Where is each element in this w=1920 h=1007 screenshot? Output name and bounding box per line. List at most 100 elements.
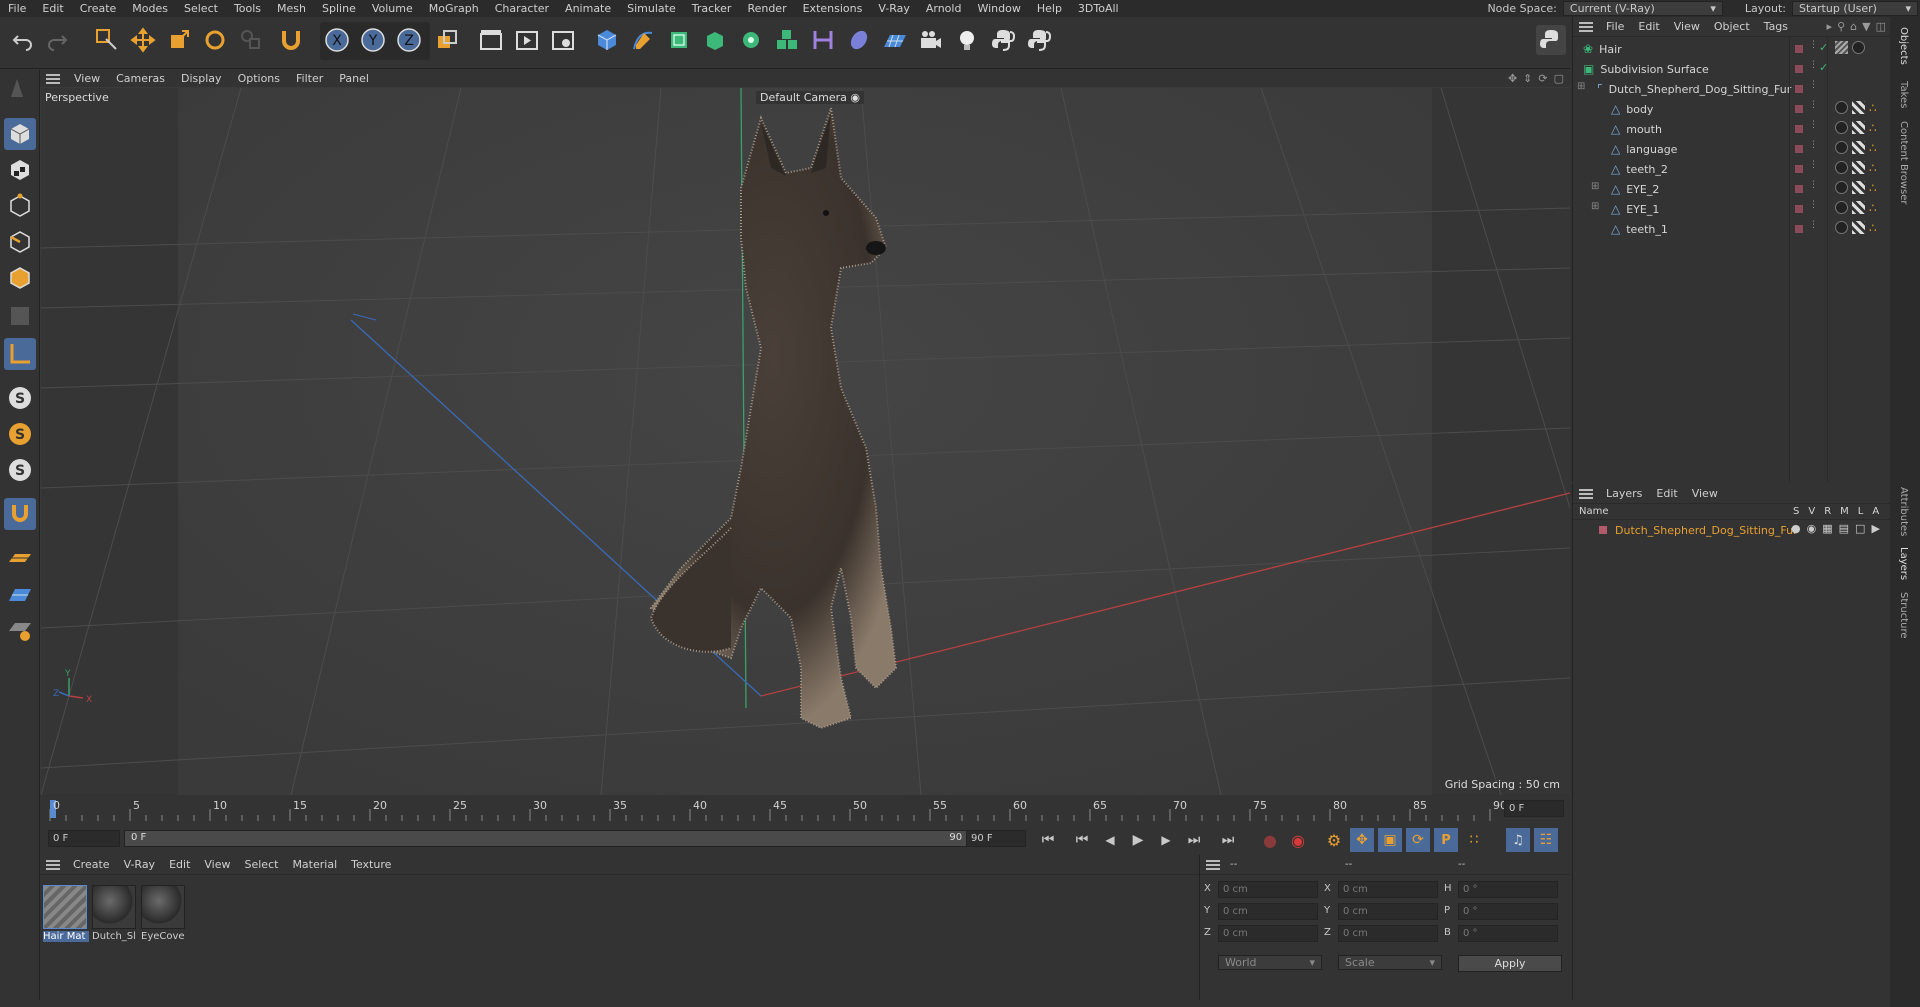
menu-tools[interactable]: Tools [226,2,269,15]
texture-mode-button[interactable] [4,154,36,186]
hamburger-menu-icon[interactable] [1206,859,1220,870]
menu-modes[interactable]: Modes [124,2,176,15]
edges-mode-button[interactable] [4,226,36,258]
key-parameter-button[interactable]: P [1434,828,1458,852]
coord-value-field[interactable]: 0 cm [1338,903,1438,920]
uvw-tag-icon[interactable] [1852,181,1865,194]
menu-volume[interactable]: Volume [364,2,421,15]
chevron-right-icon[interactable]: ▸ [1827,20,1833,33]
visibility-dots-icon[interactable]: ⋮ [1809,160,1818,170]
material-tag-icon[interactable] [1835,181,1848,194]
visibility-dots-icon[interactable]: ⋮ [1809,100,1818,110]
visibility-dots-icon[interactable]: ⋮ [1809,200,1818,210]
workplane-button[interactable] [4,542,36,574]
pan-icon[interactable]: ✥ [1508,72,1517,85]
render-settings-button[interactable] [548,25,578,55]
snap-button[interactable]: S [4,382,36,414]
tab-layers[interactable]: Layers [1898,547,1909,580]
sound-button[interactable]: ♫ [1506,828,1530,852]
menu-select[interactable]: Select [176,2,226,15]
coordinate-mode-dropdown[interactable]: Scale ▾ [1338,955,1442,970]
pen-spline-button[interactable] [628,25,658,55]
object-row[interactable]: ⌜ Dutch_Shepherd_Dog_Sitting_Fur ⋮ ⊞ [1573,79,1890,99]
object-row[interactable]: △ body ⋮ ∴ [1573,99,1890,119]
menu-window[interactable]: Window [969,2,1028,15]
menu-mesh[interactable]: Mesh [269,2,314,15]
uvw-tag-icon[interactable] [1852,121,1865,134]
visibility-dots-icon[interactable]: ⋮ [1809,80,1818,90]
material-menu-v-ray[interactable]: V-Ray [117,858,163,871]
manager-icon[interactable]: ▤ [1839,522,1849,535]
workplane-snap-button[interactable]: S [4,454,36,486]
object-menu-object[interactable]: Object [1707,20,1757,33]
tab-structure[interactable]: Structure [1898,592,1909,639]
object-row[interactable]: △ teeth_1 ⋮ ∴ [1573,219,1890,239]
material-menu-select[interactable]: Select [238,858,286,871]
orbit-icon[interactable]: ⟳ [1538,72,1547,85]
python-script-button[interactable] [988,25,1018,55]
rotate-tool-button[interactable] [200,25,230,55]
coord-value-field[interactable]: 0 cm [1218,881,1318,898]
search-icon[interactable]: ⚲ [1837,20,1845,33]
material-menu-create[interactable]: Create [66,858,117,871]
3d-scene[interactable]: Y X Z Perspective Default Camera ◉ Grid … [41,88,1570,795]
model-mode-button[interactable] [4,118,36,150]
key-scale-button[interactable]: ▣ [1378,828,1402,852]
layer-menu-edit[interactable]: Edit [1649,487,1684,500]
expand-toggle-icon[interactable]: ⊞ [1577,81,1585,92]
menu-arnold[interactable]: Arnold [918,2,970,15]
menu-animate[interactable]: Animate [557,2,619,15]
visibility-dots-icon[interactable]: ⋮ [1809,40,1818,50]
uvw-tag-icon[interactable] [1852,141,1865,154]
python-manager-button[interactable] [1536,25,1566,55]
cube-button[interactable] [592,25,622,55]
visibility-dots-icon[interactable]: ⋮ [1809,220,1818,230]
coord-value-field[interactable]: 0 ° [1458,925,1558,942]
material-tag-icon[interactable] [1852,41,1865,54]
layout-dropdown[interactable]: Startup (User) ▾ [1792,1,1918,16]
z-axis-toggle[interactable]: Z [394,25,424,55]
make-editable-button[interactable] [4,72,36,104]
locked-workplane-button[interactable] [4,578,36,610]
material-thumbnail[interactable] [92,885,136,929]
live-selection-button[interactable] [92,25,122,55]
key-rotation-button[interactable]: ⟳ [1406,828,1430,852]
axis-mode-button[interactable] [4,338,36,370]
undo-button[interactable] [8,25,38,55]
material-tags[interactable]: ∴ [1835,101,1877,115]
viewport-menu-options[interactable]: Options [230,72,288,85]
keyframe-selection-button[interactable]: ⚙ [1322,828,1346,852]
render-to-picture-viewer-button[interactable] [512,25,542,55]
object-row[interactable]: ▣ Subdivision Surface ⋮ ✓ [1573,59,1890,79]
go-to-start-button[interactable]: ⏮ [1036,828,1060,852]
layer-row[interactable]: Dutch_Shepherd_Dog_Sitting_Fur ● ◉ ▦ ▤ □ ▶ [1573,520,1890,540]
viewport-menu-filter[interactable]: Filter [288,72,331,85]
menu-mograph[interactable]: MoGraph [421,2,487,15]
menu-create[interactable]: Create [72,2,125,15]
lock-icon[interactable]: □ [1855,522,1865,535]
filter-icon[interactable]: ▼ [1862,20,1870,33]
redo-button[interactable] [42,25,72,55]
expand-toggle-icon[interactable]: ⊞ [1591,181,1599,192]
layer-menu-view[interactable]: View [1685,487,1725,500]
extrude-button[interactable] [700,25,730,55]
visibility-dots-icon[interactable]: ⋮ [1809,140,1818,150]
next-key-button[interactable]: ⏭ [1182,828,1206,852]
object-menu-tags[interactable]: Tags [1757,20,1795,33]
render-clapboard-icon[interactable]: ▦ [1822,522,1832,535]
material-menu-edit[interactable]: Edit [162,858,197,871]
tab-objects[interactable]: Objects [1898,27,1909,65]
menu-v-ray[interactable]: V-Ray [870,2,918,15]
material-tags[interactable]: ∴ [1835,141,1877,155]
coord-value-field[interactable]: 0 ° [1458,881,1558,898]
coord-value-field[interactable]: 0 cm [1338,881,1438,898]
expand-toggle-icon[interactable]: ⊞ [1591,201,1599,212]
animation-play-icon[interactable]: ▶ [1871,522,1879,535]
vertex-map-icon[interactable]: ∴ [1869,221,1877,235]
material-menu-texture[interactable]: Texture [344,858,398,871]
hair-material-tags[interactable] [1835,41,1865,54]
deformer-button[interactable] [772,25,802,55]
object-menu-file[interactable]: File [1599,20,1631,33]
material-tag-icon[interactable] [1835,141,1848,154]
material-tag-icon[interactable] [1835,201,1848,214]
